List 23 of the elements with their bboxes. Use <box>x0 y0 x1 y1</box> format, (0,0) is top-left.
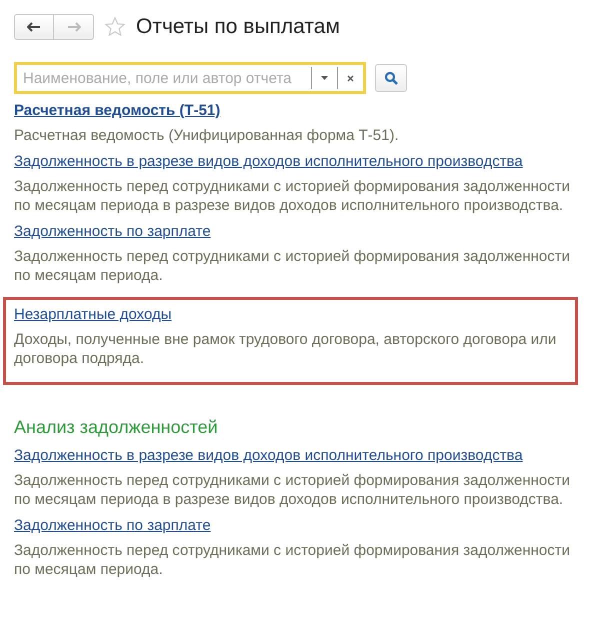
report-link[interactable]: Расчетная ведомость (Т-51) <box>14 101 582 121</box>
back-button[interactable] <box>14 14 54 40</box>
report-link[interactable]: Незарплатные доходы <box>14 305 567 325</box>
clear-icon[interactable] <box>347 74 354 82</box>
report-link[interactable]: Задолженность по зарплате <box>14 222 582 242</box>
star-icon[interactable] <box>104 16 126 38</box>
report-description: Задолженность перед сотрудниками с историей формирования задолженности по месяцам периода в разрезе видов доходов исполнительного производства. <box>14 177 572 215</box>
report-link[interactable]: Задолженность в разрезе видов доходов исполнительного производства <box>14 152 582 172</box>
page-title: Отчеты по выплатам <box>136 15 340 39</box>
report-link[interactable]: Задолженность по зарплате <box>14 516 582 536</box>
search-field[interactable]: Наименование, поле или автор отчета <box>14 62 366 94</box>
section-heading: Анализ задолженностей <box>14 416 219 439</box>
report-description: Доходы, полученные вне рамок трудового договора, авторского договора или договора подряда. <box>14 330 558 368</box>
report-link[interactable]: Задолженность в разрезе видов доходов исполнительного производства <box>14 446 582 466</box>
report-description: Задолженность перед сотрудниками с историей формирования задолженности по месяцам периода. <box>14 541 572 579</box>
report-description: Задолженность перед сотрудниками с историей формирования задолженности по месяцам периода. <box>14 247 572 285</box>
right-arrow-icon <box>66 22 80 32</box>
dropdown-icon[interactable] <box>321 76 328 80</box>
search-icon <box>384 71 398 85</box>
search-button[interactable] <box>375 64 407 92</box>
report-description: Задолженность перед сотрудниками с историей формирования задолженности по месяцам периода в разрезе видов доходов исполнительного производства. <box>14 471 572 509</box>
left-arrow-icon <box>27 22 41 32</box>
report-description: Расчетная ведомость (Унифицированная форма Т-51). <box>14 126 400 145</box>
